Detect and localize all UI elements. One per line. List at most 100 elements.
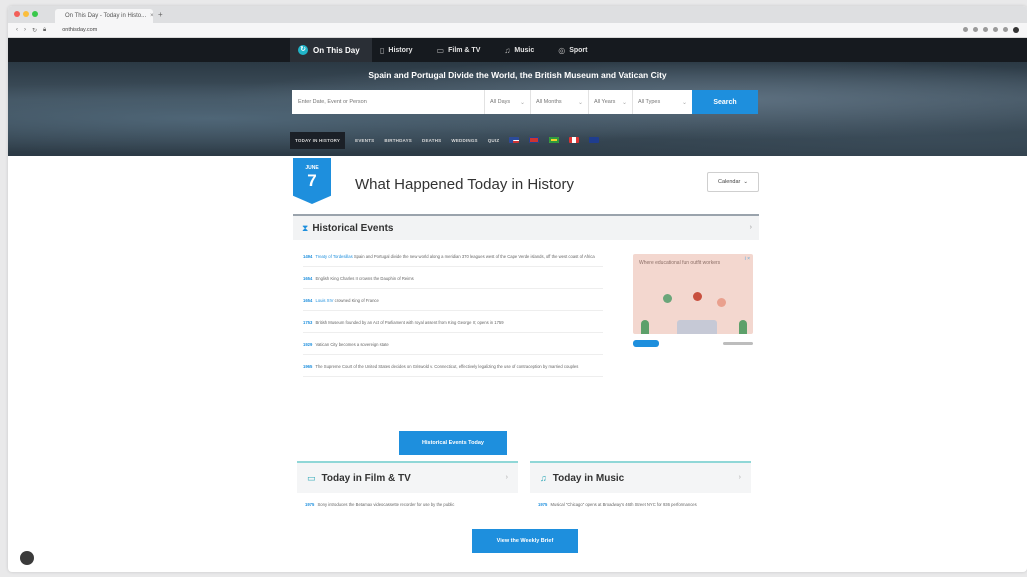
forward-icon[interactable]: › (24, 27, 26, 33)
maximize-window-icon[interactable] (32, 11, 38, 17)
music-note-icon: ♫ (540, 473, 547, 483)
event-text: The Supreme Court of the United States d… (315, 364, 579, 369)
film-icon: ▭ (436, 45, 445, 55)
chevron-right-icon[interactable]: › (739, 474, 741, 481)
day-select[interactable]: All Days ⌄ (484, 90, 530, 114)
event-year[interactable]: 1965 (303, 364, 312, 369)
subnav-quiz[interactable]: QUIZ (488, 138, 500, 143)
subnav-today[interactable]: TODAY IN HISTORY (290, 131, 346, 149)
event-link[interactable]: Louis XIV (316, 298, 334, 303)
flag-canada-icon[interactable] (569, 137, 580, 143)
type-select[interactable]: All Types ⌄ (632, 90, 692, 114)
month-select-value: All Months (536, 99, 562, 105)
list-item: 1654 English King Charles II crowns the … (303, 272, 603, 289)
new-tab-button[interactable]: + (158, 10, 163, 19)
hero-banner: Spain and Portugal Divide the World, the… (8, 62, 1027, 156)
nav-item-film-tv[interactable]: ▭ Film & TV (437, 46, 481, 55)
event-year[interactable]: 1654 (303, 298, 312, 303)
hero-headline[interactable]: Spain and Portugal Divide the World, the… (8, 70, 1027, 80)
profile-icon[interactable] (1013, 27, 1019, 33)
book-icon: ▯ (380, 45, 385, 55)
advertisement[interactable]: Where educational fun outfit workers i × (633, 254, 753, 334)
minimize-window-icon[interactable] (23, 11, 29, 17)
extension-icon[interactable] (993, 27, 998, 32)
main-content: JUNE 7 What Happened Today in History Ca… (293, 158, 759, 455)
event-year[interactable]: 1975 (305, 502, 314, 507)
extension-icon[interactable] (1003, 27, 1008, 32)
chat-widget-icon[interactable] (20, 551, 34, 565)
site-navigation: ↻ On This Day ▯ History ▭ Film & TV ♫ Mu… (8, 38, 1027, 62)
historical-events-header[interactable]: ⧗ Historical Events › (293, 214, 759, 240)
event-text: British Museum founded by an Act of Parl… (315, 320, 504, 325)
address-bar: ‹ › ↻ 🔒︎ onthisday.com (8, 23, 1027, 38)
ball-icon: ◎ (558, 45, 566, 55)
extension-icon[interactable] (963, 27, 968, 32)
event-link[interactable]: Treaty of Tordesillas (315, 254, 352, 259)
film-tv-title: Today in Film & TV (321, 472, 411, 484)
browser-extensions (963, 27, 1019, 33)
sub-navigation: TODAY IN HISTORY EVENTS BIRTHDAYS DEATHS… (290, 130, 600, 150)
nav-item-music[interactable]: ♫ Music (504, 46, 534, 55)
lock-icon: 🔒︎ (43, 26, 47, 33)
event-year[interactable]: 1975 (538, 502, 547, 507)
ad-decoration (677, 320, 717, 334)
ad-decoration (641, 320, 649, 334)
flag-us-icon[interactable] (509, 137, 520, 143)
event-text: English King Charles II crowns the Dauph… (315, 276, 414, 281)
extension-icon[interactable] (973, 27, 978, 32)
brand-link[interactable]: ↻ On This Day (290, 38, 372, 62)
nav-item-history[interactable]: ▯ History (380, 46, 413, 55)
subnav-weddings[interactable]: WEDDINGS (451, 138, 477, 143)
logo-icon: ↻ (298, 45, 308, 55)
category-columns: ▭ Today in Film & TV › 1975 Sony introdu… (297, 461, 751, 508)
event-year[interactable]: 1654 (303, 276, 312, 281)
search-form: All Days ⌄ All Months ⌄ All Years ⌄ All … (292, 90, 758, 114)
nav-item-sport[interactable]: ◎ Sport (558, 46, 587, 55)
film-icon: ▭ (307, 472, 316, 483)
search-input[interactable] (292, 90, 484, 114)
event-year[interactable]: 1494 (303, 254, 312, 259)
calendar-button[interactable]: Calendar ⌄ (707, 172, 759, 192)
ad-info-icon[interactable]: i × (745, 256, 750, 262)
subnav-events[interactable]: EVENTS (355, 138, 374, 143)
event-year[interactable]: 1753 (303, 320, 312, 325)
subnav-deaths[interactable]: DEATHS (422, 138, 441, 143)
browser-tab[interactable]: On This Day - Today in Histo... × (55, 9, 154, 23)
list-item: 1654 Louis XIV crowned King of France (303, 294, 603, 311)
historical-events-today-button[interactable]: Historical Events Today (399, 431, 507, 455)
chevron-right-icon[interactable]: › (506, 474, 508, 481)
brand-name: On This Day (313, 45, 360, 55)
extension-icon[interactable] (983, 27, 988, 32)
url-field[interactable]: onthisday.com (62, 27, 97, 33)
reload-icon[interactable]: ↻ (32, 27, 37, 34)
ad-footer (633, 338, 753, 348)
month-select[interactable]: All Months ⌄ (530, 90, 588, 114)
film-tv-header[interactable]: ▭ Today in Film & TV › (297, 461, 518, 493)
weekly-brief-button[interactable]: View the Weekly Brief (472, 529, 578, 553)
ad-decoration (663, 294, 672, 303)
browser-window: On This Day - Today in Histo... × + ‹ › … (8, 6, 1027, 572)
date-header: JUNE 7 What Happened Today in History Ca… (293, 158, 759, 212)
subnav-birthdays[interactable]: BIRTHDAYS (384, 138, 412, 143)
event-year[interactable]: 1929 (303, 342, 312, 347)
historical-events-title: Historical Events (312, 222, 394, 234)
year-select[interactable]: All Years ⌄ (588, 90, 632, 114)
back-icon[interactable]: ‹ (16, 27, 18, 33)
close-window-icon[interactable] (14, 11, 20, 17)
ad-text: Where educational fun outfit workers (639, 260, 721, 266)
flag-brazil-icon[interactable] (549, 137, 560, 143)
tab-close-icon[interactable]: × (150, 13, 154, 19)
list-item: 1975 Musical "Chicago" opens at Broadway… (530, 493, 751, 508)
chevron-down-icon: ⌄ (621, 99, 627, 106)
search-button[interactable]: Search (692, 90, 758, 114)
flag-australia-icon[interactable] (589, 137, 600, 143)
date-day: 7 (307, 171, 317, 190)
ad-cta-button[interactable] (633, 339, 659, 347)
flag-uk-icon[interactable] (529, 137, 540, 143)
calendar-label: Calendar (718, 179, 741, 185)
music-header[interactable]: ♫ Today in Music › (530, 461, 751, 493)
day-select-value: All Days (490, 99, 511, 105)
ad-decoration (693, 292, 702, 301)
chevron-right-icon[interactable]: › (750, 224, 752, 231)
nav-item-label: Film & TV (448, 46, 481, 54)
